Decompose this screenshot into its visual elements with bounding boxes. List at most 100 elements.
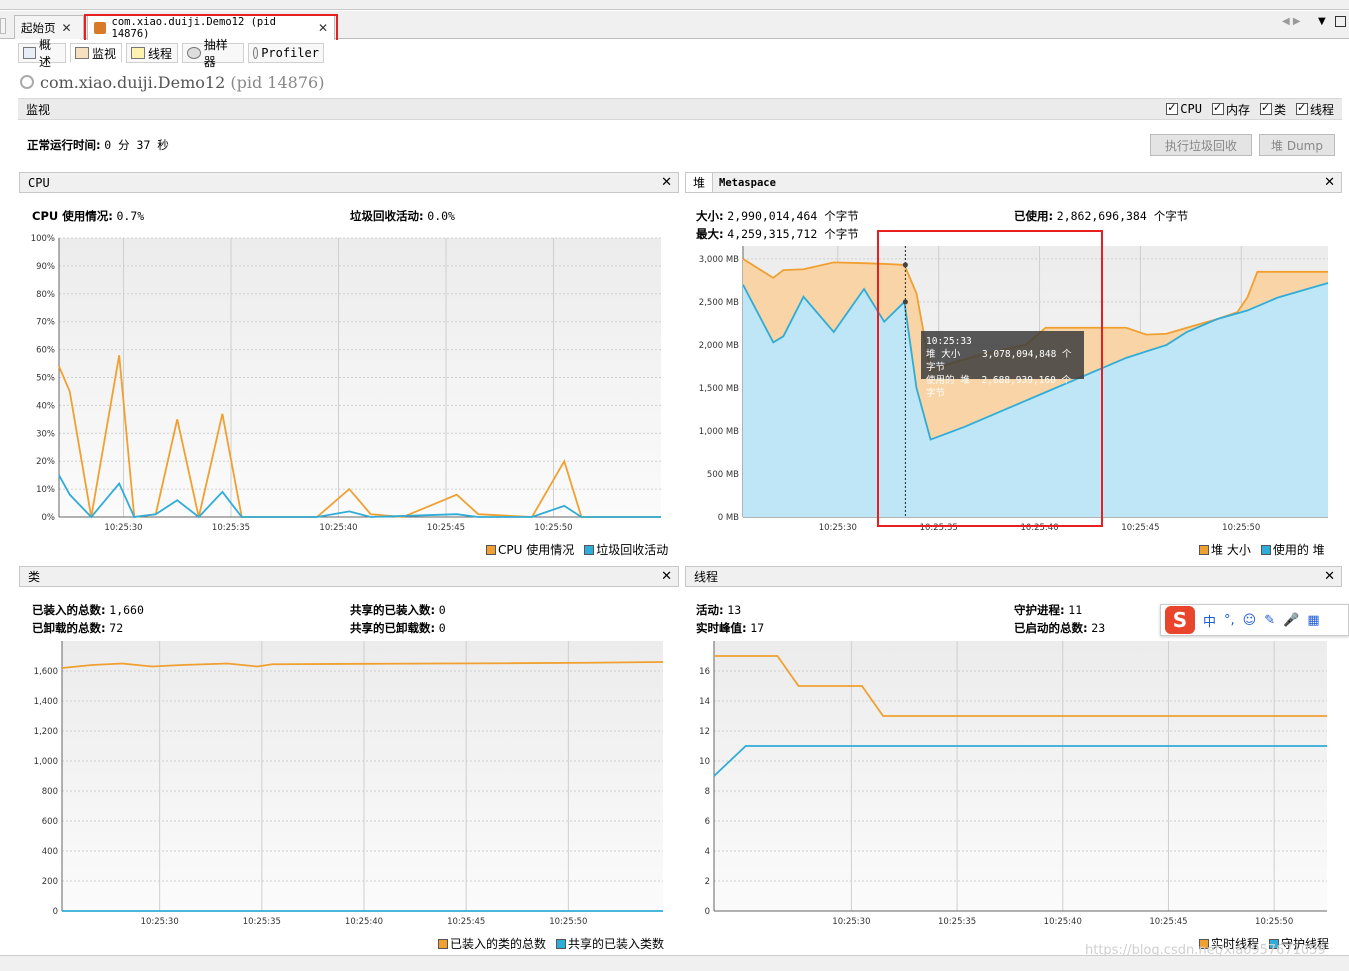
subtab-overview[interactable]: 概述 xyxy=(18,38,66,69)
y-tick-label: 100% xyxy=(31,234,55,244)
heap-dump-button[interactable]: 堆 Dump xyxy=(1259,134,1335,156)
tab-heap[interactable]: 堆 xyxy=(686,173,714,192)
tab-nav-arrows-icon[interactable]: ◀ ▶ xyxy=(1282,16,1301,27)
shared-loaded-stat: 共享的已装入数: 0 xyxy=(350,602,446,618)
threads-live-stat: 活动: 13 xyxy=(696,602,741,618)
y-tick-label: 2,500 MB xyxy=(699,298,739,308)
ime-toolbox-icon[interactable]: ▦ xyxy=(1307,613,1319,628)
stat-value: 1,660 xyxy=(109,603,144,617)
ime-punctuation-icon[interactable]: °, xyxy=(1224,613,1235,628)
perform-gc-button[interactable]: 执行垃圾回收 xyxy=(1150,134,1252,156)
page-title: com.xiao.duiji.Demo12 (pid 14876) xyxy=(40,73,324,92)
x-tick-label: 10:25:35 xyxy=(938,917,976,927)
section-title: 监视 xyxy=(26,102,51,117)
classes-loaded-stat: 已装入的总数: 1,660 xyxy=(32,602,144,618)
y-tick-label: 10% xyxy=(36,485,55,495)
stat-label: 已启动的总数: xyxy=(1014,621,1088,635)
y-tick-label: 2 xyxy=(705,877,710,887)
ime-chinese-toggle[interactable]: 中 xyxy=(1203,611,1216,630)
stat-label: 已使用: xyxy=(1014,209,1054,223)
y-tick-label: 4 xyxy=(705,847,710,857)
legend-item: 堆 大小 xyxy=(1199,541,1251,558)
x-tick-label: 10:25:40 xyxy=(319,523,357,533)
monitor-section-bar: 监视 CPU 内存 类 线程 xyxy=(18,98,1342,120)
x-tick-label: 10:25:40 xyxy=(345,917,383,927)
y-tick-label: 1,000 xyxy=(34,757,58,767)
window-top-bar xyxy=(0,0,1349,10)
x-tick-label: 10:25:30 xyxy=(104,523,142,533)
shared-unloaded-stat: 共享的已卸载数: 0 xyxy=(350,620,446,636)
stat-label: 已卸载的总数: xyxy=(32,621,106,635)
profiler-clock-icon xyxy=(253,47,259,59)
stat-value: 0 xyxy=(438,621,446,635)
x-tick-label: 10:25:50 xyxy=(534,523,572,533)
subtab-threads[interactable]: 线程 xyxy=(126,43,178,63)
y-tick-label: 8 xyxy=(705,787,710,797)
ime-handwrite-icon[interactable]: ✎ xyxy=(1264,613,1275,628)
subtab-label: Profiler xyxy=(261,46,319,60)
heap-used-stat: 已使用: 2,862,696,384 个字节 xyxy=(1014,208,1188,224)
tab-dropdown-icon[interactable]: ▼ xyxy=(1318,16,1326,27)
monitor-chart-icon xyxy=(75,47,89,59)
y-tick-label: 50% xyxy=(36,374,55,384)
panel-title: 类 xyxy=(28,570,41,584)
classes-unloaded-stat: 已卸载的总数: 72 xyxy=(32,620,123,636)
threads-daemon-stat: 守护进程: 11 xyxy=(1014,602,1082,618)
monitor-checkbox-group: CPU 内存 类 线程 xyxy=(1156,101,1334,118)
legend-label: CPU 使用情况 xyxy=(498,543,575,557)
y-tick-label: 800 xyxy=(42,787,58,797)
uptime-label: 正常运行时间: xyxy=(27,138,101,152)
y-tick-label: 1,600 xyxy=(34,667,58,677)
legend-item: CPU 使用情况 xyxy=(486,541,574,558)
x-tick-label: 10:25:45 xyxy=(447,917,485,927)
close-icon[interactable]: ✕ xyxy=(661,569,672,584)
stat-value: 4,259,315,712 个字节 xyxy=(727,227,859,241)
threads-started-stat: 已启动的总数: 23 xyxy=(1014,620,1105,636)
subtab-profiler[interactable]: Profiler xyxy=(248,43,324,63)
checkbox-box xyxy=(1259,101,1272,115)
maximize-icon[interactable] xyxy=(1335,16,1346,27)
y-tick-label: 400 xyxy=(42,847,58,857)
scroll-left-stub[interactable] xyxy=(0,18,6,34)
subtab-label: 概述 xyxy=(39,38,52,69)
sogou-logo-icon: S xyxy=(1165,606,1195,634)
checkbox-label: 线程 xyxy=(1309,102,1334,117)
classes-chart: 0 200 400 600 800 1,000 1,200 1,400 1,600 10:25:3… xyxy=(34,641,664,927)
tab-metaspace[interactable]: Metaspace xyxy=(713,177,776,189)
stat-value: 0.0% xyxy=(427,209,455,223)
close-icon[interactable]: ✕ xyxy=(661,175,672,190)
checkbox-threads[interactable]: 线程 xyxy=(1295,101,1334,118)
subtab-sampler[interactable]: 抽样器 xyxy=(182,38,244,69)
y-tick-label: 0% xyxy=(42,513,56,523)
legend-label: 已装入的类的总数 xyxy=(450,937,547,951)
close-icon[interactable]: ✕ xyxy=(1324,569,1335,584)
legend-label: 垃圾回收活动 xyxy=(596,543,669,557)
y-tick-label: 2,000 MB xyxy=(699,341,739,351)
legend-swatch xyxy=(584,545,595,555)
y-tick-label: 80% xyxy=(36,290,55,300)
cpu-legend: CPU 使用情况 垃圾回收活动 xyxy=(486,541,668,558)
panel-title: 线程 xyxy=(694,570,719,584)
y-tick-label: 70% xyxy=(36,318,55,328)
legend-label: 共享的已装入类数 xyxy=(568,937,665,951)
close-icon[interactable]: ✕ xyxy=(1324,175,1335,190)
ime-toolbar[interactable]: S 中 °, ☺ ✎ 🎤 ▦ xyxy=(1160,604,1349,636)
checkbox-memory[interactable]: 内存 xyxy=(1211,101,1250,118)
stat-label: 垃圾回收活动: xyxy=(350,209,424,223)
stat-label: 活动: xyxy=(696,603,724,617)
checkbox-cpu[interactable]: CPU xyxy=(1166,101,1202,118)
subtab-label: 抽样器 xyxy=(203,38,228,69)
ime-emoji-icon[interactable]: ☺ xyxy=(1243,613,1257,628)
subtab-monitor[interactable]: 监视 xyxy=(70,43,122,63)
subtab-label: 线程 xyxy=(148,46,173,61)
threads-icon xyxy=(131,47,145,59)
y-tick-label: 0 xyxy=(53,907,58,917)
close-icon[interactable]: ✕ xyxy=(62,21,72,35)
stat-label: 实时峰值: xyxy=(696,621,747,635)
checkbox-classes[interactable]: 类 xyxy=(1259,101,1286,118)
stat-value: 23 xyxy=(1091,621,1106,635)
threads-chart: 0 2 4 6 8 10 12 14 16 10:25:30 10:25:35 10:25:40 10:… xyxy=(699,641,1327,927)
x-tick-label: 10:25:45 xyxy=(427,523,465,533)
x-tick-label: 10:25:45 xyxy=(1149,917,1187,927)
ime-voice-icon[interactable]: 🎤 xyxy=(1283,613,1299,628)
